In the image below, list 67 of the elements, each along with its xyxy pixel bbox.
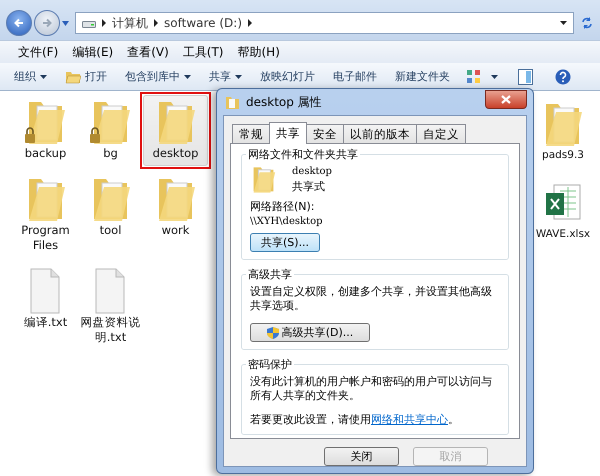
share-button[interactable]: 共享(S)... [250, 233, 320, 252]
dialog-button[interactable]: 关闭 [324, 447, 399, 466]
file-item[interactable]: tool [78, 172, 143, 258]
dialog-title: desktop 属性 [246, 94, 322, 110]
address-bar[interactable]: 计算机 software (D:) [75, 12, 574, 34]
caret-icon [40, 74, 47, 78]
close-icon [501, 94, 511, 104]
file-item[interactable]: 网盘资料说明.txt [78, 264, 143, 350]
group-heading: 网络文件和文件夹共享 [246, 147, 360, 162]
menu-item[interactable]: 帮助(H) [238, 44, 280, 60]
file-item[interactable]: bg [78, 95, 143, 166]
breadcrumb[interactable]: software (D:) [164, 16, 242, 30]
folder-icon [225, 94, 240, 110]
tab[interactable]: 自定义 [416, 124, 466, 143]
file-item[interactable]: WAVE.xlsx [528, 176, 598, 247]
tab[interactable]: 以前的版本 [343, 124, 417, 143]
shield-icon [266, 326, 279, 338]
toolbar-button[interactable]: 包含到库中 [123, 67, 193, 86]
left-arrow-icon [13, 17, 25, 29]
menu-item[interactable]: 查看(V) [127, 44, 169, 60]
menu-item[interactable]: 工具(T) [182, 44, 224, 60]
drive-icon [82, 18, 96, 28]
view-icon[interactable] [466, 69, 481, 84]
description: 设置自定义权限，创建多个共享，并设置其他高级共享选项。 [250, 285, 493, 313]
folder-name: desktop [292, 166, 332, 177]
chevron-icon[interactable] [102, 19, 106, 27]
close-button[interactable] [485, 90, 527, 108]
path-label: 网络路径(N): [250, 199, 316, 214]
toolbar-button[interactable]: 共享 [207, 67, 244, 86]
breadcrumb[interactable]: 计算机 [112, 14, 148, 32]
tab[interactable]: 常规 [232, 124, 270, 143]
caret-icon[interactable] [491, 74, 498, 78]
file-item[interactable]: backup [13, 95, 78, 166]
back-button[interactable] [6, 10, 32, 36]
forward-button[interactable] [34, 10, 60, 36]
dropdown-icon[interactable] [560, 21, 567, 25]
instruction-text: 若要更改此设置，请使用网络和共享中心。 [250, 413, 460, 427]
caret-icon [235, 74, 242, 78]
network-path: \\XYH\desktop [250, 216, 324, 227]
menu-item[interactable]: 编辑(E) [72, 44, 114, 60]
toolbar-button[interactable]: 新建文件夹 [393, 67, 452, 86]
toolbar-button[interactable]: 组织 [12, 67, 49, 86]
chevron-icon[interactable] [154, 19, 158, 27]
file-item[interactable]: work [143, 172, 208, 258]
share-status: 共享式 [292, 179, 326, 194]
help-icon[interactable] [555, 68, 571, 84]
file-item[interactable]: desktop [143, 95, 208, 166]
advanced-sharing-button[interactable]: 高级共享(D)... [250, 323, 370, 342]
refresh-icon[interactable] [580, 16, 594, 30]
menu-item[interactable]: 文件(F) [18, 44, 58, 60]
chevron-icon[interactable] [248, 19, 252, 27]
toolbar-button[interactable]: 打开 [63, 67, 109, 86]
file-item[interactable]: pads9.3 [528, 97, 598, 168]
description: 没有此计算机的用户帐户和密码的用户可以访问与所有人共享的文件夹。 [250, 375, 493, 403]
preview-pane-icon[interactable] [518, 68, 533, 84]
group-heading: 高级共享 [246, 267, 294, 282]
caret-icon [184, 74, 191, 78]
folder-icon [65, 69, 81, 84]
tab[interactable]: 共享 [269, 122, 307, 144]
right-arrow-icon [41, 17, 53, 29]
group-heading: 密码保护 [246, 357, 294, 372]
network-center-link[interactable]: 网络和共享中心 [371, 413, 448, 426]
file-item[interactable]: 编译.txt [13, 264, 78, 350]
file-item[interactable]: Program Files [13, 172, 78, 258]
toolbar-button[interactable]: 放映幻灯片 [258, 67, 317, 86]
tab[interactable]: 安全 [306, 124, 344, 143]
toolbar-button[interactable]: 电子邮件 [331, 67, 379, 86]
